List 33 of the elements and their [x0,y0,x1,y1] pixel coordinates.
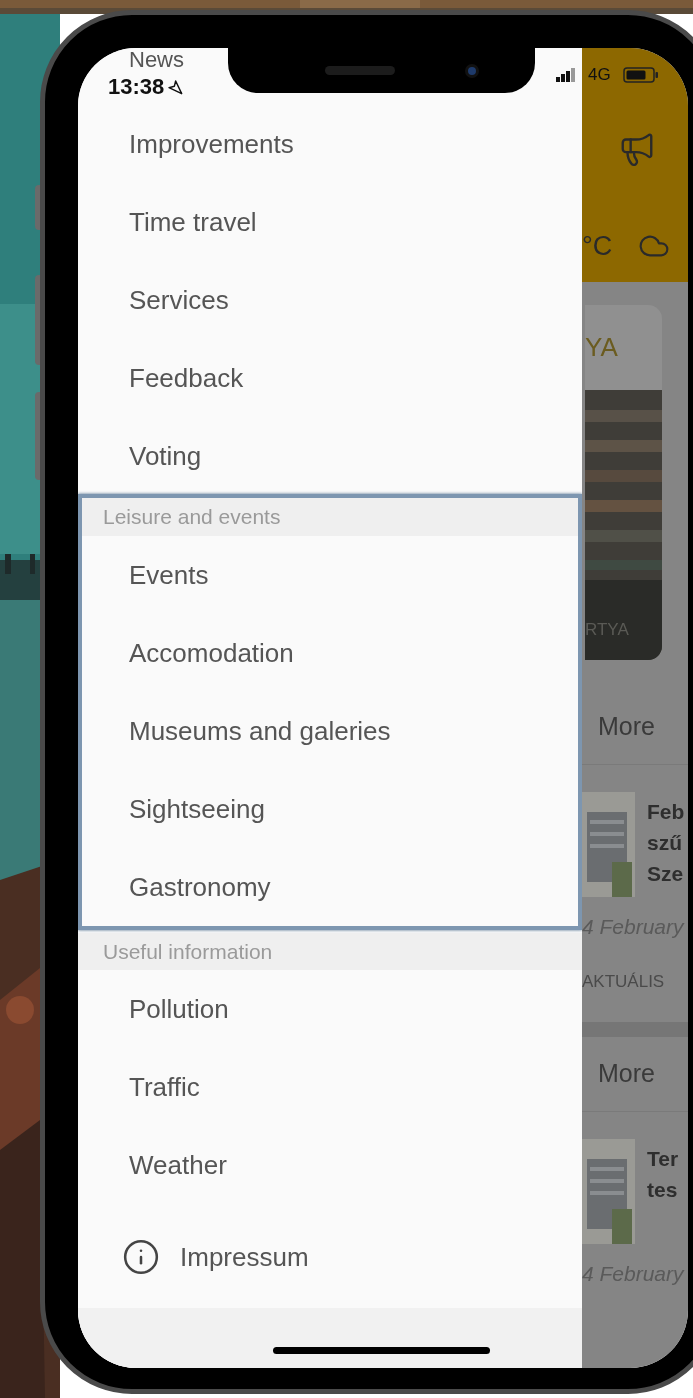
menu-item[interactable]: Events [82,536,578,614]
menu-item[interactable]: Improvements [78,105,582,183]
camera-lens [464,63,479,78]
menu-item[interactable]: Traffic [78,1048,582,1126]
article-title-line[interactable]: Ter [647,1143,679,1174]
article-title-line[interactable]: szű [647,827,685,858]
section-header: Useful information [78,933,582,970]
menu-item[interactable]: Museums and galeries [82,692,578,770]
network-label: 4G [588,66,611,83]
menu-item[interactable]: Gastronomy [82,848,578,926]
temperature-unit: °C [582,232,613,260]
speaker-grille [324,66,395,75]
menu-item[interactable]: Services [78,261,582,339]
status-time: 13:38 [108,76,165,98]
menu-item[interactable]: Pollution [78,970,582,1048]
article-title-line[interactable]: Sze [647,858,685,889]
section-header: Leisure and events [82,498,578,536]
menu-item[interactable]: Accomodation [82,614,578,692]
menu-item[interactable]: Sightseeing [82,770,578,848]
featured-heading: YA [585,331,618,364]
menu-item[interactable]: Weather [78,1126,582,1204]
battery-icon [622,66,659,83]
menu-item[interactable]: Time travel [78,183,582,261]
menu-item[interactable]: Feedback [78,339,582,417]
menu-item[interactable]: News [129,48,184,72]
location-arrow-icon [167,79,184,95]
signal-icon [556,67,576,82]
impressum-item[interactable]: Impressum [78,1218,582,1296]
info-icon [122,1238,160,1276]
article-title-line[interactable]: tes [647,1174,679,1205]
menu-item[interactable]: Voting [78,417,582,495]
article-title-line[interactable]: Feb [647,796,685,827]
article-tag: AKTUÁLIS [582,968,688,994]
